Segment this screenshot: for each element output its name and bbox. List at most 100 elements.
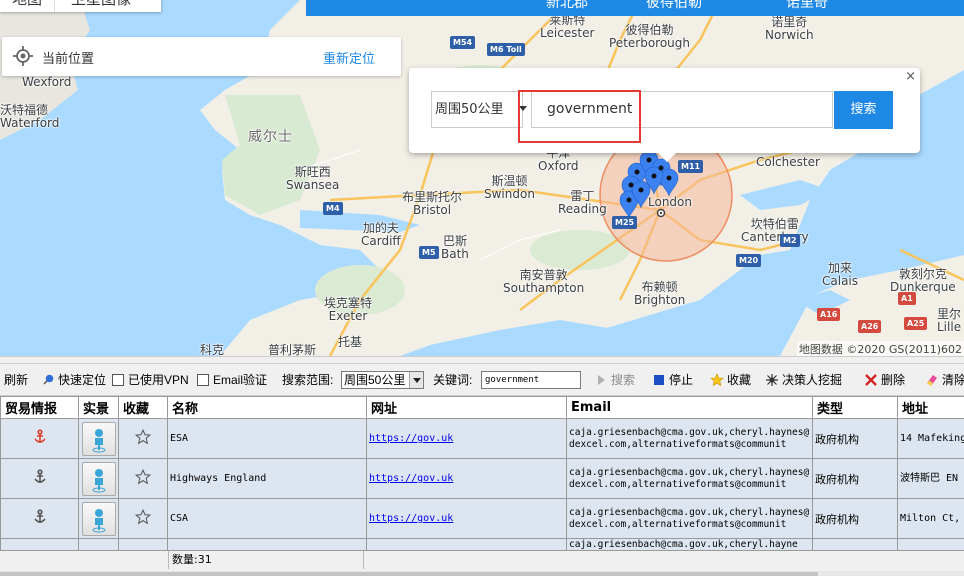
name-cell: Highways England: [167, 458, 367, 499]
locate-icon: [13, 46, 33, 66]
anchor-icon[interactable]: [32, 429, 48, 445]
clear-button[interactable]: 清除: [925, 372, 964, 388]
trade-cell[interactable]: [0, 498, 79, 539]
top-nav-item-2[interactable]: 彼得伯勒: [646, 0, 702, 14]
table-row[interactable]: Highways England https://gov.uk caja.gri…: [0, 458, 964, 499]
map-label-cork: 科克: [200, 343, 225, 357]
app-window: 莱斯特 Leicester 彼得伯勒 Peterborough 诺里奇 Norwich…: [0, 0, 964, 576]
horizontal-scrollbar[interactable]: [0, 571, 964, 576]
results-grid: 贸易情报 实景 收藏 名称 网址 Email 类型 地址 ESA https:/…: [0, 396, 964, 550]
streetview-cell[interactable]: [78, 458, 119, 499]
map-search-popup: × 周围50公里 government 搜索: [409, 68, 920, 162]
range-dropdown[interactable]: 周围50公里: [341, 371, 424, 389]
delete-label: 删除: [881, 373, 906, 387]
trade-cell[interactable]: [0, 418, 79, 459]
favorite-cell[interactable]: [118, 498, 168, 539]
highlight-box: [518, 90, 641, 143]
top-nav-item-1[interactable]: 新北郡: [546, 0, 588, 14]
used-vpn-label: 已使用VPN: [128, 373, 189, 387]
map-attribution: 地图数据 ©2020 GS(2011)602: [796, 341, 964, 356]
table-row[interactable]: caja.griesenbach@cma.gov.uk,cheryl.hayne: [0, 538, 964, 550]
keyword-input[interactable]: government: [481, 371, 581, 389]
table-header: 贸易情报 实景 收藏 名称 网址 Email 类型 地址: [0, 396, 964, 419]
star-outline-icon[interactable]: [134, 468, 152, 485]
type-cell: [812, 538, 898, 550]
streetview-cell[interactable]: [78, 498, 119, 539]
tab-satellite[interactable]: 卫星图像: [54, 0, 161, 12]
address-cell: Milton Ct,: [897, 498, 964, 539]
range-dropdown-value: 周围50公里: [344, 373, 406, 387]
anchor-icon[interactable]: [32, 509, 48, 525]
chevron-down-icon[interactable]: [409, 372, 423, 388]
col-header-name[interactable]: 名称: [167, 396, 367, 419]
url-cell: https://gov.uk: [366, 458, 567, 499]
star-icon: [710, 373, 724, 387]
map-label-waterford: 沃特福德 Waterford: [0, 103, 60, 130]
favorite-cell[interactable]: [118, 418, 168, 459]
close-icon[interactable]: ×: [905, 69, 916, 84]
search-button[interactable]: 搜索: [834, 91, 893, 129]
url-link[interactable]: https://gov.uk: [369, 473, 453, 484]
col-header-type[interactable]: 类型: [812, 396, 898, 419]
trade-cell[interactable]: [0, 458, 79, 499]
email-cell: caja.griesenbach@cma.gov.uk,cheryl.hayne…: [566, 418, 813, 459]
decision-mining-button[interactable]: 决策人挖掘: [765, 372, 842, 388]
top-nav-item-3[interactable]: 诺里奇: [786, 0, 828, 14]
streetview-button[interactable]: [81, 461, 116, 496]
map-label-wexford: Wexford: [22, 75, 72, 89]
map-label-bath: 巴斯 Bath: [441, 234, 469, 261]
col-header-favorite[interactable]: 收藏: [118, 396, 168, 419]
url-link[interactable]: https://gov.uk: [369, 433, 453, 444]
current-location-label: 当前位置: [42, 52, 95, 67]
col-header-address[interactable]: 地址: [897, 396, 964, 419]
streetview-cell[interactable]: [78, 538, 119, 550]
map-label-swansea: 斯旺西 Swansea: [286, 165, 340, 192]
delete-button[interactable]: 删除: [864, 372, 905, 388]
stop-icon: [654, 375, 664, 385]
road-shield-m6toll: M6 Toll: [487, 43, 525, 56]
address-cell: 14 Mafeking 英国: [897, 418, 964, 459]
map-label-wales: 威尔士: [248, 129, 293, 145]
search-toolbar-button[interactable]: 搜索: [594, 372, 635, 388]
stop-button[interactable]: 停止: [652, 372, 693, 388]
map-view[interactable]: 莱斯特 Leicester 彼得伯勒 Peterborough 诺里奇 Norwich…: [0, 0, 964, 356]
search-range-select[interactable]: 周围50公里: [431, 91, 523, 128]
map-type-tabs: 地图 卫星图像: [0, 0, 162, 12]
map-label-torquay: 托基: [338, 335, 363, 349]
refresh-label: 刷新: [4, 373, 29, 387]
star-outline-icon[interactable]: [134, 508, 152, 525]
eraser-icon: [927, 375, 937, 386]
tab-map[interactable]: 地图: [0, 0, 54, 12]
splitter[interactable]: [0, 356, 964, 364]
favorite-cell[interactable]: [118, 538, 168, 550]
table-row[interactable]: CSA https://gov.uk caja.griesenbach@cma.…: [0, 498, 964, 539]
refresh-button[interactable]: 刷新: [4, 372, 28, 388]
col-header-email[interactable]: Email: [566, 396, 813, 419]
map-label-leicester: 莱斯特 Leicester: [540, 13, 595, 40]
streetview-button[interactable]: [81, 501, 116, 536]
trade-cell[interactable]: [0, 538, 79, 550]
relocate-link[interactable]: 重新定位: [323, 48, 375, 67]
streetview-button[interactable]: [81, 421, 116, 456]
keyword-label: 关键词:: [433, 373, 473, 387]
used-vpn-checkbox[interactable]: 已使用VPN: [112, 372, 189, 388]
road-shield-m11: M11: [678, 160, 704, 173]
star-outline-icon[interactable]: [134, 428, 152, 445]
popup-tail: [657, 152, 677, 162]
email-verify-checkbox[interactable]: Email验证: [197, 372, 267, 388]
url-link[interactable]: https://gov.uk: [369, 513, 453, 524]
table-row[interactable]: ESA https://gov.uk caja.griesenbach@cma.…: [0, 418, 964, 459]
col-header-trade[interactable]: 贸易情报: [0, 396, 79, 419]
col-header-streetview[interactable]: 实景: [78, 396, 119, 419]
col-header-url[interactable]: 网址: [366, 396, 567, 419]
delete-x-icon: [865, 374, 877, 386]
name-cell: ESA: [167, 418, 367, 459]
road-shield-a1: A1: [898, 292, 916, 305]
favorite-cell[interactable]: [118, 458, 168, 499]
streetview-cell[interactable]: [78, 418, 119, 459]
scrollbar-thumb[interactable]: [0, 572, 818, 576]
quick-locate-button[interactable]: 快速定位: [41, 372, 106, 388]
anchor-icon[interactable]: [32, 469, 48, 485]
favorite-button[interactable]: 收藏: [710, 372, 751, 388]
name-cell: [167, 538, 367, 550]
